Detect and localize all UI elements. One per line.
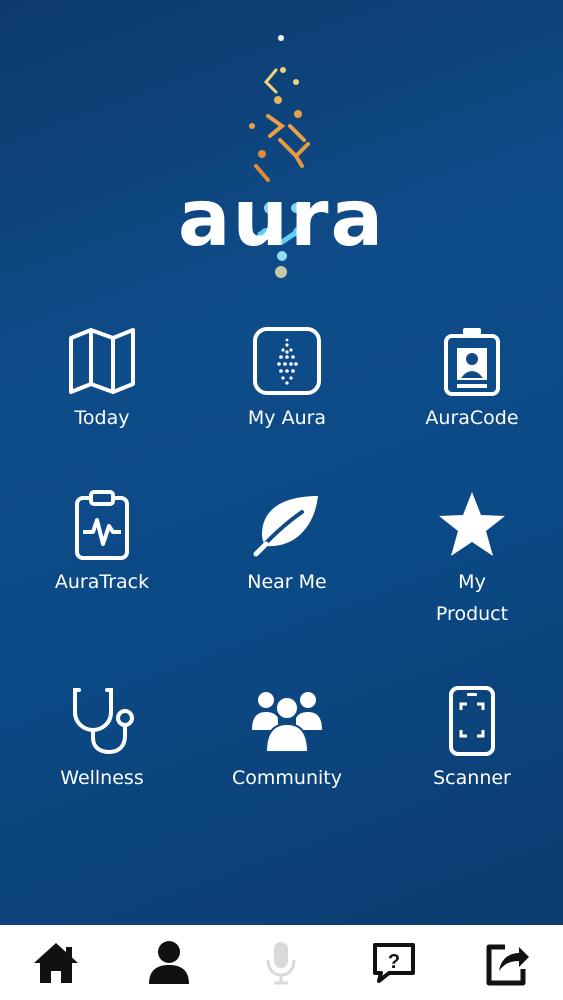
aura-square-icon bbox=[253, 327, 321, 395]
home-screen: aura Today My Aura AuraCode AuraTrack Ne… bbox=[0, 0, 563, 925]
question-chat-icon: ? bbox=[373, 942, 416, 983]
bottom-nav: ? bbox=[0, 925, 563, 1000]
nav-home-button[interactable] bbox=[0, 925, 113, 1000]
tile-auracode[interactable]: AuraCode bbox=[392, 326, 552, 466]
map-icon bbox=[69, 328, 135, 394]
microphone-icon bbox=[266, 941, 296, 984]
tile-label: AuraTrack bbox=[54, 571, 150, 593]
stethoscope-icon bbox=[73, 688, 134, 755]
share-icon bbox=[486, 944, 529, 985]
user-icon bbox=[148, 940, 189, 984]
phone-scan-icon bbox=[449, 686, 495, 756]
nav-voice-button[interactable] bbox=[225, 925, 338, 1000]
logo-wordmark: aura bbox=[177, 174, 386, 264]
aura-logo: aura bbox=[0, 30, 563, 290]
clipboard-pulse-icon bbox=[75, 490, 129, 560]
tile-wellness[interactable]: Wellness bbox=[22, 686, 182, 826]
leaf-icon bbox=[253, 496, 318, 557]
tile-label: Community bbox=[232, 767, 342, 789]
nav-help-button[interactable]: ? bbox=[338, 925, 451, 1000]
tile-my-product[interactable]: My Product bbox=[392, 490, 552, 630]
tile-label: AuraCode bbox=[425, 407, 519, 429]
nav-profile-button[interactable] bbox=[113, 925, 226, 1000]
tile-my-aura[interactable]: My Aura bbox=[207, 326, 367, 466]
tile-label: Near Me bbox=[247, 571, 327, 593]
home-icon bbox=[34, 942, 79, 983]
tile-auratrack[interactable]: AuraTrack bbox=[22, 490, 182, 630]
tile-label: My Aura bbox=[247, 407, 327, 429]
tile-label: My Product bbox=[435, 571, 509, 625]
tile-today[interactable]: Today bbox=[22, 326, 182, 466]
tile-near-me[interactable]: Near Me bbox=[207, 490, 367, 630]
id-badge-icon bbox=[444, 328, 500, 396]
group-icon bbox=[252, 692, 322, 753]
star-icon bbox=[439, 492, 505, 556]
svg-text:?: ? bbox=[388, 951, 400, 973]
nav-share-button[interactable] bbox=[450, 925, 563, 1000]
tile-label: Today bbox=[74, 407, 130, 429]
tile-label: Wellness bbox=[60, 767, 144, 789]
tile-scanner[interactable]: Scanner bbox=[392, 686, 552, 826]
tile-community[interactable]: Community bbox=[207, 686, 367, 826]
tile-label: Scanner bbox=[433, 767, 511, 789]
